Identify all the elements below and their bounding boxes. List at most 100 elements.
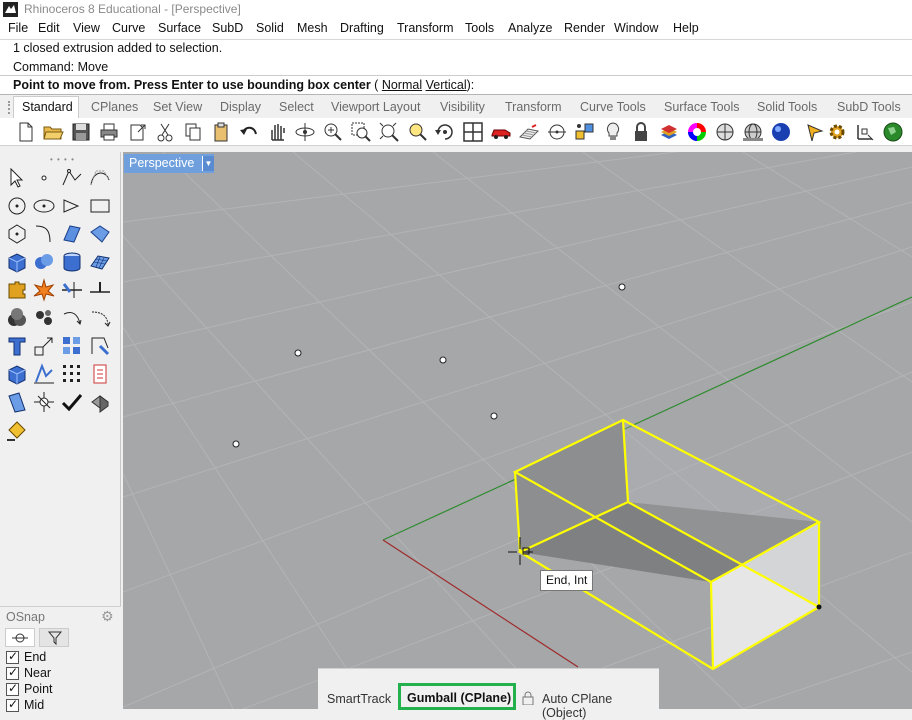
menu-window[interactable]: Window (614, 21, 658, 35)
menu-edit[interactable]: Edit (38, 21, 60, 35)
dimension-icon[interactable] (60, 306, 84, 330)
check-icon[interactable] (60, 390, 84, 414)
sphere-tool-icon[interactable] (32, 250, 56, 274)
menu-help[interactable]: Help (673, 21, 699, 35)
tab-solid-tools[interactable]: Solid Tools (757, 100, 817, 114)
scale-icon[interactable] (32, 334, 56, 358)
tab-visibility[interactable]: Visibility (440, 100, 485, 114)
menu-transform[interactable]: Transform (397, 21, 454, 35)
circle-icon[interactable] (546, 121, 568, 143)
osnap-near-checkbox[interactable] (6, 665, 19, 680)
menu-analyze[interactable]: Analyze (508, 21, 552, 35)
globe-icon[interactable] (882, 121, 904, 143)
lock-icon[interactable] (522, 691, 534, 705)
option-normal[interactable]: Normal (382, 78, 422, 92)
menu-view[interactable]: View (73, 21, 100, 35)
osnap-settings-gear-icon[interactable]: ⚙ (101, 608, 114, 625)
trim-icon[interactable] (60, 278, 84, 302)
auto-cplane-toggle[interactable]: Auto CPlane (Object) (542, 692, 659, 720)
osnap-end[interactable]: End (6, 649, 116, 666)
menu-mesh[interactable]: Mesh (297, 21, 328, 35)
shade-icon[interactable] (88, 390, 112, 414)
arc-tool-icon[interactable] (60, 194, 84, 218)
osnap-end-checkbox[interactable] (6, 649, 19, 664)
tab-select[interactable]: Select (279, 100, 314, 114)
tab-surface-tools[interactable]: Surface Tools (664, 100, 740, 114)
tab-grip[interactable] (8, 101, 10, 114)
osnap-point-checkbox[interactable] (6, 681, 19, 696)
rotate-view-icon[interactable] (294, 121, 316, 143)
circle-tool-icon[interactable] (5, 194, 29, 218)
split-icon[interactable] (88, 278, 112, 302)
properties-icon[interactable] (88, 362, 112, 386)
tab-transform[interactable]: Transform (505, 100, 562, 114)
menu-solid[interactable]: Solid (256, 21, 284, 35)
print-icon[interactable] (98, 121, 120, 143)
surface-tool-icon[interactable] (60, 222, 84, 246)
menu-drafting[interactable]: Drafting (340, 21, 384, 35)
gumball-highlight[interactable]: Gumball (CPlane) (398, 683, 516, 710)
menu-subd[interactable]: SubD (212, 21, 243, 35)
sidebar-grip[interactable]: • • • • (50, 155, 75, 164)
zoom-selected-icon[interactable] (406, 121, 428, 143)
zoom-window-icon[interactable] (350, 121, 372, 143)
osnap-mid-checkbox[interactable] (6, 697, 19, 712)
gumball-icon[interactable] (854, 121, 876, 143)
option-vertical[interactable]: Vertical (426, 78, 467, 92)
pen-icon[interactable] (804, 121, 826, 143)
rectangle-tool-icon[interactable] (88, 194, 112, 218)
mesh-tool-icon[interactable] (88, 250, 112, 274)
tab-display[interactable]: Display (220, 100, 261, 114)
gumball-toggle[interactable]: Gumball (CPlane) (407, 691, 511, 705)
render-sphere-icon[interactable] (770, 121, 792, 143)
zoom-dynamic-icon[interactable] (322, 121, 344, 143)
tab-standard[interactable]: Standard (22, 100, 73, 114)
cut-icon[interactable] (154, 121, 176, 143)
point-grid-icon[interactable] (60, 362, 84, 386)
car-icon[interactable] (490, 121, 512, 143)
edit-points-icon[interactable] (88, 334, 112, 358)
new-file-icon[interactable] (15, 121, 37, 143)
polyline-icon[interactable] (60, 166, 84, 190)
cylinder-tool-icon[interactable] (60, 250, 84, 274)
rotate-icon[interactable] (434, 121, 456, 143)
shaded-sphere-icon[interactable] (714, 121, 736, 143)
zoom-extents-icon[interactable] (378, 121, 400, 143)
copy-icon[interactable] (182, 121, 204, 143)
puzzle-icon[interactable] (5, 278, 29, 302)
boolean-union-icon[interactable] (5, 306, 29, 330)
tab-curve-tools[interactable]: Curve Tools (580, 100, 646, 114)
gear-icon[interactable] (826, 121, 848, 143)
four-viewports-icon[interactable] (462, 121, 484, 143)
bulb-icon[interactable] (602, 121, 624, 143)
osnap-near[interactable]: Near (6, 665, 116, 682)
color-wheel-icon[interactable] (686, 121, 708, 143)
undo-icon[interactable] (238, 121, 260, 143)
box-tool-icon[interactable] (5, 250, 29, 274)
points-icon[interactable] (574, 121, 596, 143)
import-icon[interactable] (126, 121, 148, 143)
dimension-curve-icon[interactable] (88, 306, 112, 330)
tab-subd-tools[interactable]: SubD Tools (837, 100, 901, 114)
fillet-curve-icon[interactable] (32, 222, 56, 246)
polygon-tool-icon[interactable] (5, 222, 29, 246)
open-file-icon[interactable] (42, 121, 64, 143)
lock-icon[interactable] (630, 121, 652, 143)
menu-surface[interactable]: Surface (158, 21, 201, 35)
extrude-surface-icon[interactable] (88, 222, 112, 246)
select-arrow-icon[interactable] (5, 166, 29, 190)
menu-render[interactable]: Render (564, 21, 605, 35)
text-tool-icon[interactable] (5, 334, 29, 358)
menu-file[interactable]: File (8, 21, 28, 35)
explode-icon[interactable] (32, 278, 56, 302)
tab-viewport-layout[interactable]: Viewport Layout (331, 100, 420, 114)
viewport-menu-chevron-down-icon[interactable]: ▼ (202, 156, 214, 171)
layout-icon[interactable] (5, 390, 29, 414)
menu-curve[interactable]: Curve (112, 21, 145, 35)
layers-icon[interactable] (658, 121, 680, 143)
ellipse-tool-icon[interactable] (32, 194, 56, 218)
paste-icon[interactable] (210, 121, 232, 143)
viewport-canvas[interactable] (123, 152, 912, 709)
smarttrack-toggle[interactable]: SmartTrack (327, 692, 391, 706)
osnap-point[interactable]: Point (6, 681, 116, 698)
